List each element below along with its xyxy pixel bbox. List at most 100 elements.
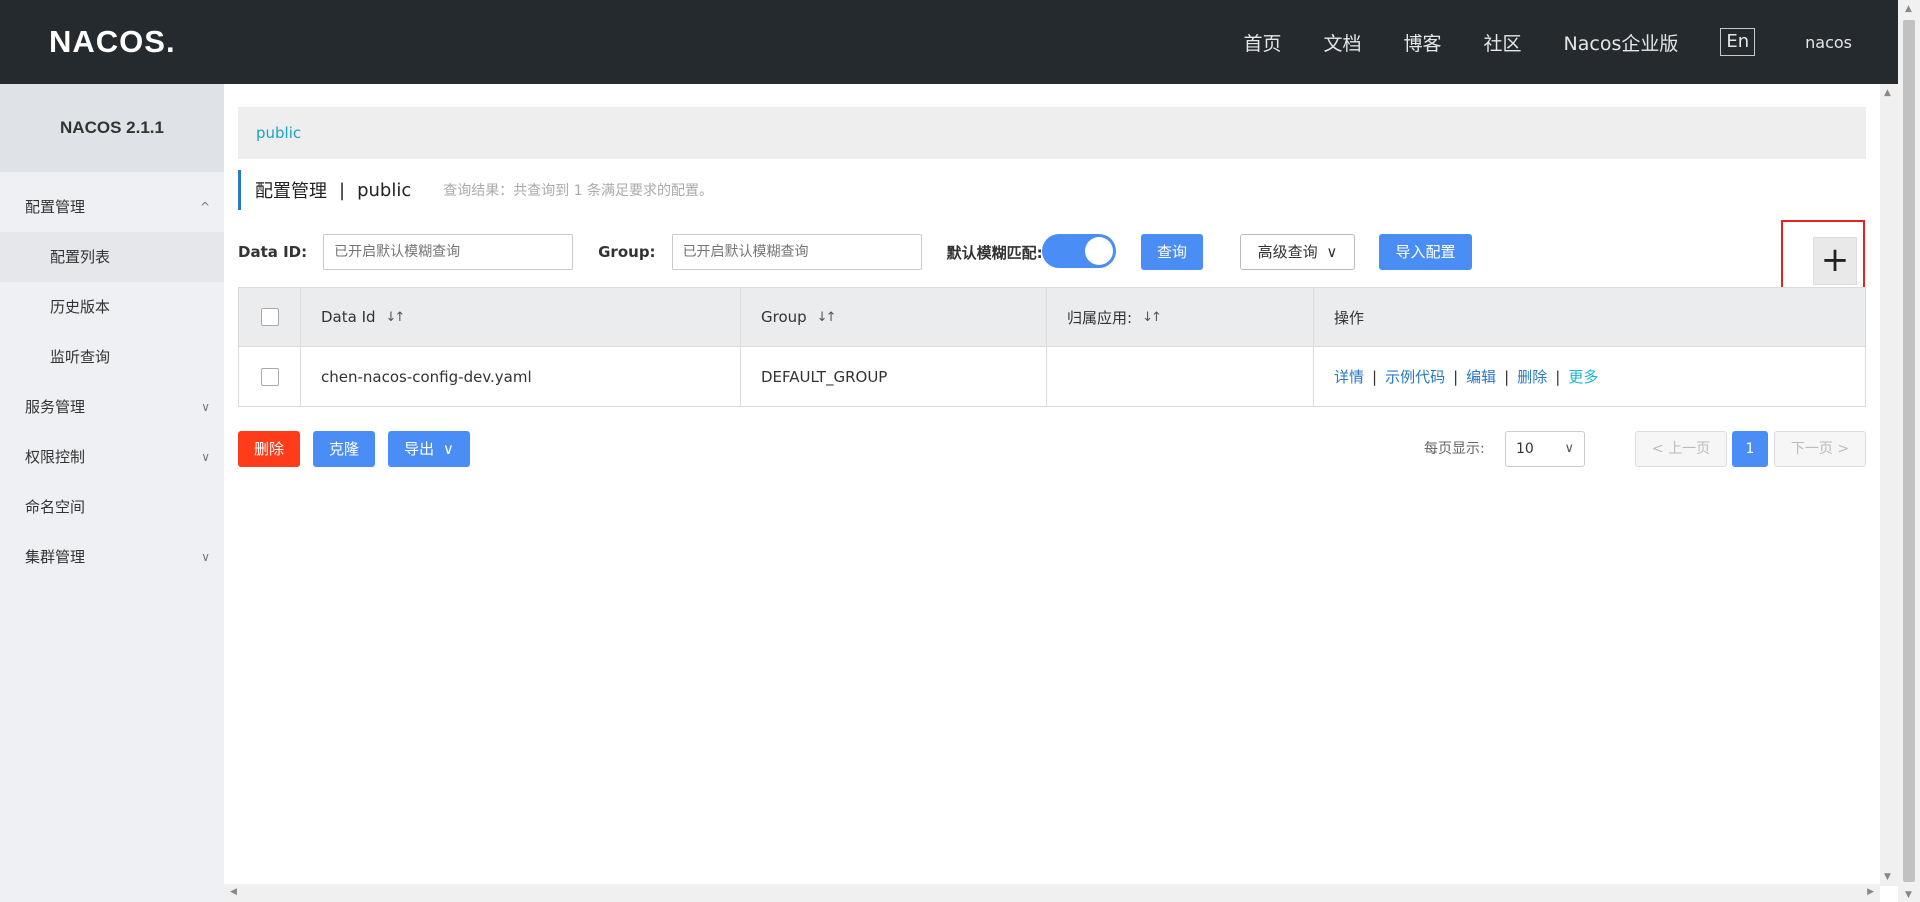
header-app-label: 归属应用: bbox=[1067, 308, 1133, 327]
sidebar-item-label: 权限控制 bbox=[25, 448, 86, 466]
scroll-up-arrow-icon[interactable]: ▲ bbox=[1884, 88, 1891, 98]
page-size-label: 每页显示: bbox=[1424, 441, 1485, 457]
chevron-down-icon: ∨ bbox=[201, 550, 210, 564]
page-1-button[interactable]: 1 bbox=[1732, 431, 1768, 467]
filter-bar: Data ID: Group: 默认模糊匹配: bbox=[238, 234, 1043, 270]
detail-link[interactable]: 详情 bbox=[1334, 366, 1364, 387]
top-header: NACOS. 首页 文档 博客 社区 Nacos企业版 En nacos bbox=[0, 0, 1898, 84]
content-vertical-scrollbar[interactable]: ▲ ▼ bbox=[1880, 84, 1898, 886]
nav-blog[interactable]: 博客 bbox=[1403, 29, 1441, 56]
select-all-checkbox[interactable] bbox=[260, 308, 279, 326]
switch-knob bbox=[1085, 237, 1113, 265]
table-row: chen-nacos-config-dev.yaml DEFAULT_GROUP… bbox=[239, 347, 1865, 406]
scroll-up-arrow-icon[interactable]: ▲ bbox=[1905, 4, 1912, 14]
query-result-text: 查询结果：共查询到 1 条满足要求的配置。 bbox=[443, 183, 714, 199]
clone-button[interactable]: 克隆 bbox=[313, 431, 375, 467]
title-separator: | bbox=[339, 179, 346, 201]
batch-delete-button[interactable]: 删除 bbox=[238, 431, 300, 467]
chevron-left-icon: < bbox=[1651, 441, 1664, 457]
header-group[interactable]: Group ↓↑ bbox=[741, 288, 1047, 346]
scroll-right-arrow-icon[interactable]: ▶ bbox=[1867, 887, 1874, 897]
op-separator: | bbox=[1555, 367, 1561, 386]
nav-community[interactable]: 社区 bbox=[1484, 29, 1522, 56]
import-config-button[interactable]: 导入配置 bbox=[1379, 234, 1472, 270]
scrollbar-thumb[interactable] bbox=[1903, 20, 1915, 882]
header-dataid[interactable]: Data Id ↓↑ bbox=[301, 288, 741, 346]
sidebar-item-listener-query[interactable]: 监听查询 bbox=[0, 332, 224, 382]
op-separator: | bbox=[1453, 367, 1459, 386]
chevron-down-icon: ∨ bbox=[442, 440, 454, 458]
row-checkbox-cell bbox=[239, 347, 301, 406]
add-config-button[interactable]: + bbox=[1813, 237, 1857, 285]
cell-group: DEFAULT_GROUP bbox=[741, 347, 1047, 406]
page-title-text: 配置管理 bbox=[255, 181, 327, 202]
sidebar-item-label: 服务管理 bbox=[25, 398, 86, 416]
export-label: 导出 bbox=[404, 440, 435, 458]
sidebar-item-label: 历史版本 bbox=[50, 298, 111, 316]
group-label: Group: bbox=[598, 243, 656, 261]
scroll-down-arrow-icon[interactable]: ▼ bbox=[1905, 890, 1912, 900]
sidebar-item-label: 配置管理 bbox=[25, 198, 86, 216]
sidebar-item-access-control[interactable]: 权限控制 ∨ bbox=[0, 432, 224, 482]
row-checkbox[interactable] bbox=[260, 367, 279, 386]
user-menu[interactable]: nacos bbox=[1805, 33, 1852, 52]
breadcrumb: public bbox=[238, 107, 1866, 159]
group-input[interactable] bbox=[671, 234, 922, 270]
page-size-value: 10 bbox=[1516, 441, 1534, 457]
header-operations-label: 操作 bbox=[1334, 308, 1365, 327]
chevron-up-icon: ^ bbox=[199, 200, 210, 214]
prev-page-label: 上一页 bbox=[1668, 441, 1711, 457]
sidebar-item-history[interactable]: 历史版本 bbox=[0, 282, 224, 332]
query-button[interactable]: 查询 bbox=[1141, 234, 1203, 270]
dataid-label: Data ID: bbox=[238, 243, 308, 261]
sidebar-item-config-list[interactable]: 配置列表 bbox=[0, 232, 224, 282]
sort-icon[interactable]: ↓↑ bbox=[1142, 310, 1162, 325]
page-vertical-scrollbar[interactable]: ▲ ▼ bbox=[1898, 0, 1920, 902]
op-separator: | bbox=[1504, 367, 1510, 386]
cell-dataid: chen-nacos-config-dev.yaml bbox=[301, 347, 741, 406]
nav-enterprise[interactable]: Nacos企业版 bbox=[1564, 29, 1679, 56]
sidebar-item-label: 监听查询 bbox=[50, 348, 111, 366]
sidebar-item-config-management[interactable]: 配置管理 ^ bbox=[0, 182, 224, 232]
table-header-row: Data Id ↓↑ Group ↓↑ 归属应用: ↓↑ 操作 bbox=[239, 288, 1865, 347]
sidebar-item-label: 配置列表 bbox=[50, 248, 111, 266]
prev-page-button[interactable]: < 上一页 bbox=[1635, 431, 1727, 467]
export-button[interactable]: 导出 ∨ bbox=[388, 431, 470, 467]
sample-code-link[interactable]: 示例代码 bbox=[1385, 366, 1445, 387]
more-link[interactable]: 更多 bbox=[1568, 366, 1598, 387]
chevron-down-icon: ∨ bbox=[201, 450, 210, 464]
breadcrumb-namespace[interactable]: public bbox=[256, 124, 301, 142]
nacos-logo[interactable]: NACOS. bbox=[49, 22, 176, 62]
fuzzy-match-switch[interactable] bbox=[1042, 234, 1116, 268]
scroll-down-arrow-icon[interactable]: ▼ bbox=[1884, 872, 1891, 882]
language-toggle[interactable]: En bbox=[1720, 28, 1756, 56]
delete-link[interactable]: 删除 bbox=[1517, 366, 1547, 387]
sort-icon[interactable]: ↓↑ bbox=[386, 310, 406, 325]
chevron-right-icon: > bbox=[1837, 441, 1850, 457]
dataid-input[interactable] bbox=[323, 234, 574, 270]
nav-home[interactable]: 首页 bbox=[1243, 29, 1281, 56]
fuzzy-match-label: 默认模糊匹配: bbox=[946, 243, 1043, 262]
title-namespace: public bbox=[357, 179, 412, 201]
sort-icon[interactable]: ↓↑ bbox=[817, 310, 837, 325]
sidebar-item-cluster-management[interactable]: 集群管理 ∨ bbox=[0, 532, 224, 582]
cell-operations: 详情 | 示例代码 | 编辑 | 删除 | 更多 bbox=[1314, 347, 1865, 406]
next-page-label: 下一页 bbox=[1790, 441, 1833, 457]
page-title: 配置管理 | public 查询结果：共查询到 1 条满足要求的配置。 bbox=[238, 170, 713, 210]
sidebar-item-label: 集群管理 bbox=[25, 548, 86, 566]
advanced-query-button[interactable]: 高级查询 ∨ bbox=[1240, 234, 1355, 270]
header-app[interactable]: 归属应用: ↓↑ bbox=[1047, 288, 1314, 346]
version-title: NACOS 2.1.1 bbox=[0, 84, 224, 172]
header-operations: 操作 bbox=[1314, 288, 1865, 346]
next-page-button[interactable]: 下一页 > bbox=[1774, 431, 1866, 467]
edit-link[interactable]: 编辑 bbox=[1466, 366, 1496, 387]
nav-docs[interactable]: 文档 bbox=[1323, 29, 1361, 56]
sidebar-item-service-management[interactable]: 服务管理 ∨ bbox=[0, 382, 224, 432]
scroll-left-arrow-icon[interactable]: ◀ bbox=[230, 887, 237, 897]
page-size-select[interactable]: 10 ∨ bbox=[1505, 431, 1585, 467]
advanced-query-label: 高级查询 bbox=[1257, 243, 1318, 261]
sidebar-item-namespace[interactable]: 命名空间 bbox=[0, 482, 224, 532]
config-table: Data Id ↓↑ Group ↓↑ 归属应用: ↓↑ 操作 chen-nac… bbox=[238, 287, 1866, 407]
sidebar: NACOS 2.1.1 配置管理 ^ 配置列表 历史版本 监听查询 服务管理 ∨… bbox=[0, 84, 224, 902]
content-horizontal-scrollbar[interactable]: ◀ ▶ bbox=[224, 884, 1880, 902]
